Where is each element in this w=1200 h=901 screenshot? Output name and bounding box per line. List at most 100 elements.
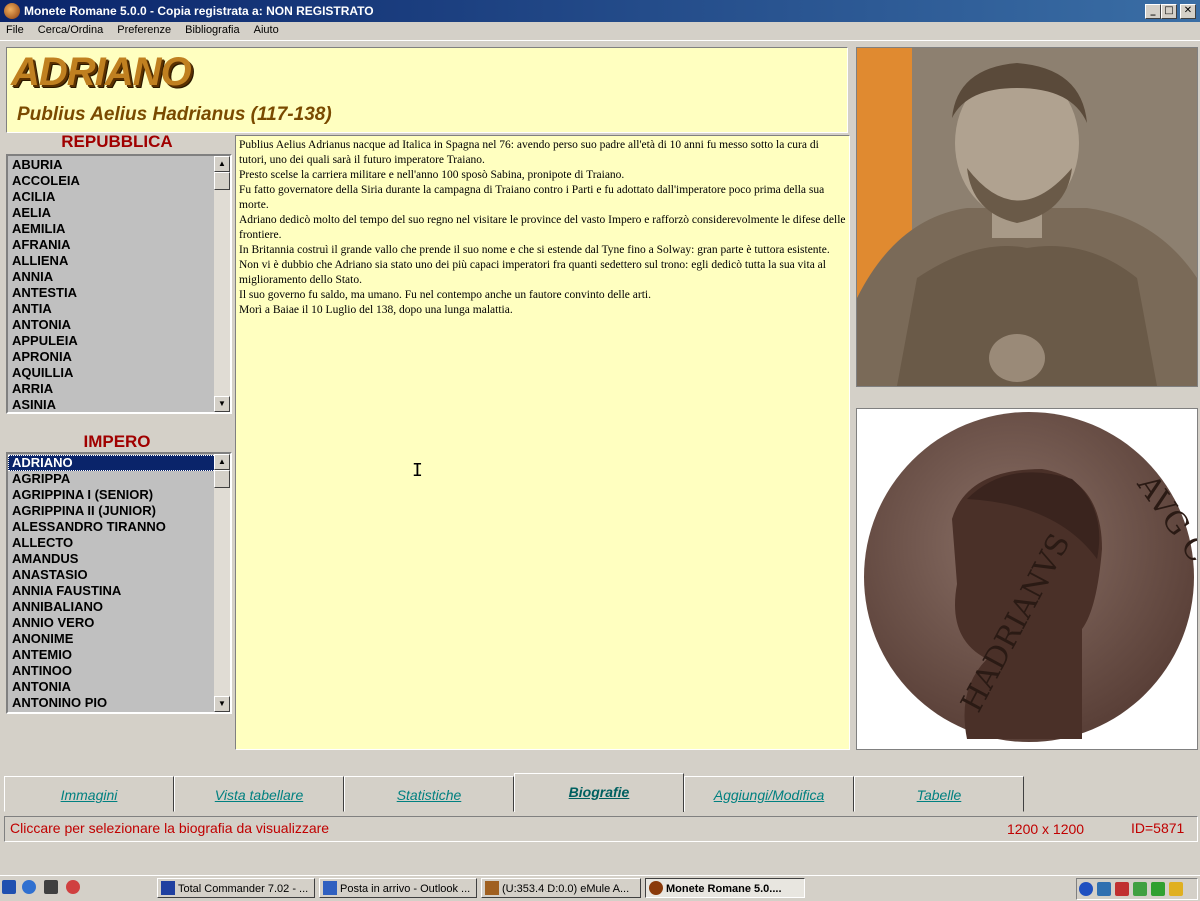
scroll-down-arrow-icon[interactable]: ▼ bbox=[214, 696, 230, 712]
empire-list-item[interactable]: AMANDUS bbox=[8, 551, 230, 567]
biography-paragraph: Adriano dedicò molto del tempo del suo r… bbox=[239, 214, 846, 241]
image-dimensions: 1200 x 1200 bbox=[1007, 821, 1085, 837]
menu-preferenze[interactable]: Preferenze bbox=[111, 22, 176, 36]
taskbar-emule[interactable]: (U:353.4 D:0.0) eMule A... bbox=[481, 878, 641, 898]
biography-paragraph: Presto scelse la carriera militare e nel… bbox=[239, 169, 625, 181]
empire-list-item[interactable]: ADRIANO bbox=[8, 455, 230, 471]
republic-list-item[interactable]: ASINIA bbox=[8, 397, 230, 412]
republic-list-item[interactable]: ANTIA bbox=[8, 301, 230, 317]
text-cursor-icon: I bbox=[412, 460, 423, 481]
republic-list-item[interactable]: ACILIA bbox=[8, 189, 230, 205]
republic-list-item[interactable]: ANTONIA bbox=[8, 317, 230, 333]
menu-cerca-ordina[interactable]: Cerca/Ordina bbox=[32, 22, 108, 36]
save-icon[interactable] bbox=[2, 880, 16, 894]
messenger-icon[interactable] bbox=[1133, 882, 1147, 896]
taskbar-label: Total Commander 7.02 - ... bbox=[178, 883, 309, 895]
republic-list[interactable]: ABURIA ACCOLEIA ACILIA AELIA AEMILIA AFRANIA A… bbox=[6, 154, 232, 414]
scroll-thumb[interactable] bbox=[214, 470, 230, 488]
republic-title: REPUBBLICA bbox=[61, 132, 173, 151]
menu-bibliografia[interactable]: Bibliografia bbox=[179, 22, 244, 36]
minimize-button[interactable]: _ bbox=[1145, 4, 1161, 19]
republic-list-item[interactable]: AFRANIA bbox=[8, 237, 230, 253]
republic-scrollbar[interactable]: ▲ ▼ bbox=[214, 156, 230, 412]
republic-list-item[interactable]: APRONIA bbox=[8, 349, 230, 365]
media-player-icon[interactable] bbox=[22, 880, 36, 894]
maximize-button[interactable]: □ bbox=[1161, 4, 1177, 19]
empire-list-item[interactable]: AGRIPPINA II (JUNIOR) bbox=[8, 503, 230, 519]
taskbar-label: Posta in arrivo - Outlook ... bbox=[340, 883, 471, 895]
menu-file[interactable]: File bbox=[0, 22, 29, 36]
biography-paragraph: Il suo governo fu saldo, ma umano. Fu ne… bbox=[239, 289, 651, 301]
taskbar-label: Monete Romane 5.0.... bbox=[666, 883, 782, 895]
scroll-thumb[interactable] bbox=[214, 172, 230, 190]
empire-list-item[interactable]: ALESSANDRO TIRANNO bbox=[8, 519, 230, 535]
network-icon[interactable] bbox=[1079, 882, 1093, 896]
tab-immagini[interactable]: Immagini bbox=[4, 776, 174, 812]
republic-list-item[interactable]: ANNIA bbox=[8, 269, 230, 285]
tab-biografie[interactable]: Biografie bbox=[514, 773, 684, 812]
close-button[interactable]: ✕ bbox=[1180, 4, 1196, 19]
tab-aggiungi-modifica[interactable]: Aggiungi/Modifica bbox=[684, 776, 854, 812]
biography-panel[interactable]: Publius Aelius Adrianus nacque ad Italic… bbox=[235, 135, 850, 750]
republic-list-item[interactable]: APPULEIA bbox=[8, 333, 230, 349]
empire-list-item[interactable]: AGRIPPINA I (SENIOR) bbox=[8, 487, 230, 503]
empire-title: IMPERO bbox=[83, 432, 151, 451]
coin-app-icon bbox=[649, 881, 663, 895]
antivirus-icon[interactable] bbox=[1115, 882, 1129, 896]
record-id: ID=5871 bbox=[1131, 820, 1185, 836]
scroll-up-arrow-icon[interactable]: ▲ bbox=[214, 454, 230, 470]
empire-list-item[interactable]: ANTONIA bbox=[8, 679, 230, 695]
status-message: Cliccare per selezionare la biografia da… bbox=[10, 820, 330, 836]
floppy-icon bbox=[161, 881, 175, 895]
taskbar: Total Commander 7.02 - ... Posta in arri… bbox=[0, 875, 1200, 901]
bust-image bbox=[856, 47, 1198, 387]
republic-list-item[interactable]: ANTESTIA bbox=[8, 285, 230, 301]
republic-list-item[interactable]: ALLIENA bbox=[8, 253, 230, 269]
emperor-name: ADRIANO bbox=[11, 50, 192, 94]
biography-text[interactable]: Publius Aelius Adrianus nacque ad Italic… bbox=[236, 136, 849, 320]
empire-list-item[interactable]: ANNIO VERO bbox=[8, 615, 230, 631]
taskbar-monete-romane[interactable]: Monete Romane 5.0.... bbox=[645, 878, 805, 898]
tool-icon[interactable] bbox=[44, 880, 58, 894]
empire-list-item[interactable]: ANTINOO bbox=[8, 663, 230, 679]
scroll-up-arrow-icon[interactable]: ▲ bbox=[214, 156, 230, 172]
menu-bar: File Cerca/Ordina Preferenze Bibliografi… bbox=[0, 22, 1200, 41]
republic-list-item[interactable]: ACCOLEIA bbox=[8, 173, 230, 189]
empire-list-item[interactable]: AGRIPPA bbox=[8, 471, 230, 487]
taskbar-label: (U:353.4 D:0.0) eMule A... bbox=[502, 883, 630, 895]
biography-paragraph: In Britannia costruì il grande vallo che… bbox=[239, 244, 830, 256]
taskbar-total-commander[interactable]: Total Commander 7.02 - ... bbox=[157, 878, 315, 898]
republic-list-item[interactable]: AELIA bbox=[8, 205, 230, 221]
empire-list-item[interactable]: ANONIME bbox=[8, 631, 230, 647]
empire-list-item[interactable]: ANNIA FAUSTINA bbox=[8, 583, 230, 599]
empire-list-item[interactable]: ANTONINO PIO bbox=[8, 695, 230, 711]
empire-scrollbar[interactable]: ▲ ▼ bbox=[214, 454, 230, 712]
republic-list-item[interactable]: ABURIA bbox=[8, 157, 230, 173]
record-icon[interactable] bbox=[66, 880, 80, 894]
tab-statistiche[interactable]: Statistiche bbox=[344, 776, 514, 812]
empire-list-item[interactable]: ALLECTO bbox=[8, 535, 230, 551]
emperor-full-name: Publius Aelius Hadrianus (117-138) bbox=[17, 104, 332, 125]
menu-aiuto[interactable]: Aiuto bbox=[248, 22, 284, 36]
taskbar-outlook[interactable]: Posta in arrivo - Outlook ... bbox=[319, 878, 477, 898]
title-bar[interactable]: Monete Romane 5.0.0 - Copia registrata a… bbox=[0, 0, 1200, 22]
republic-list-item[interactable]: ARRIA bbox=[8, 381, 230, 397]
scroll-down-arrow-icon[interactable]: ▼ bbox=[214, 396, 230, 412]
republic-list-item[interactable]: AEMILIA bbox=[8, 221, 230, 237]
coin-image: HADRIANVS AVG COS III P P bbox=[856, 408, 1198, 750]
shield-icon[interactable] bbox=[1169, 882, 1183, 896]
empire-list-item[interactable]: ANTEMIO bbox=[8, 647, 230, 663]
tab-vista-tabellare[interactable]: Vista tabellare bbox=[174, 776, 344, 812]
status-bar: Cliccare per selezionare la biografia da… bbox=[4, 816, 1198, 842]
biography-paragraph: Non vi è dubbio che Adriano sia stato un… bbox=[239, 259, 826, 286]
empire-list[interactable]: ADRIANO AGRIPPA AGRIPPINA I (SENIOR) AGRIPP… bbox=[6, 452, 232, 714]
empire-list-item[interactable]: ANNIBALIANO bbox=[8, 599, 230, 615]
app-icon[interactable] bbox=[4, 3, 20, 19]
system-tray bbox=[1076, 878, 1198, 900]
monitor-icon[interactable] bbox=[1097, 882, 1111, 896]
republic-list-item[interactable]: AQUILLIA bbox=[8, 365, 230, 381]
emule-icon bbox=[485, 881, 499, 895]
download-icon[interactable] bbox=[1151, 882, 1165, 896]
empire-list-item[interactable]: ANASTASIO bbox=[8, 567, 230, 583]
tab-tabelle[interactable]: Tabelle bbox=[854, 776, 1024, 812]
